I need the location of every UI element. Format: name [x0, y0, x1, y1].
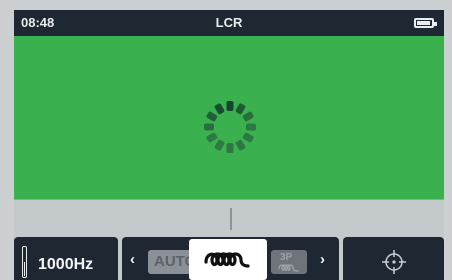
mode-3p-option[interactable]: 3P [271, 250, 307, 274]
crosshair-icon [382, 250, 406, 274]
mode-3p-label: 3P [280, 252, 293, 263]
signal-level-icon [22, 246, 27, 278]
battery-icon [414, 18, 437, 28]
measurement-area [14, 36, 444, 199]
target-button[interactable] [343, 237, 444, 280]
mode-selector[interactable]: ‹ AUTO 3P › [122, 237, 339, 280]
mode-inductor-option[interactable] [189, 239, 267, 280]
slider-marker[interactable] [230, 208, 232, 230]
screen-title: LCR [215, 15, 243, 30]
loading-spinner-icon [204, 101, 256, 153]
range-slider[interactable] [14, 199, 444, 237]
mode-auto-option[interactable]: AUTO [148, 250, 196, 274]
lcr-screen: 08:48 LCR 1000Hz ‹ AUTO 3P › [14, 10, 444, 280]
status-bar: 08:48 LCR [14, 10, 444, 36]
frequency-value: 1000Hz [38, 256, 94, 273]
bottom-toolbar: 1000Hz ‹ AUTO 3P › [14, 237, 444, 280]
inductor-coil-icon [278, 264, 299, 272]
inductor-coil-icon [204, 252, 250, 268]
chevron-right-icon[interactable]: › [320, 251, 325, 268]
frequency-button[interactable]: 1000Hz [14, 237, 118, 280]
chevron-left-icon[interactable]: ‹ [130, 251, 135, 268]
